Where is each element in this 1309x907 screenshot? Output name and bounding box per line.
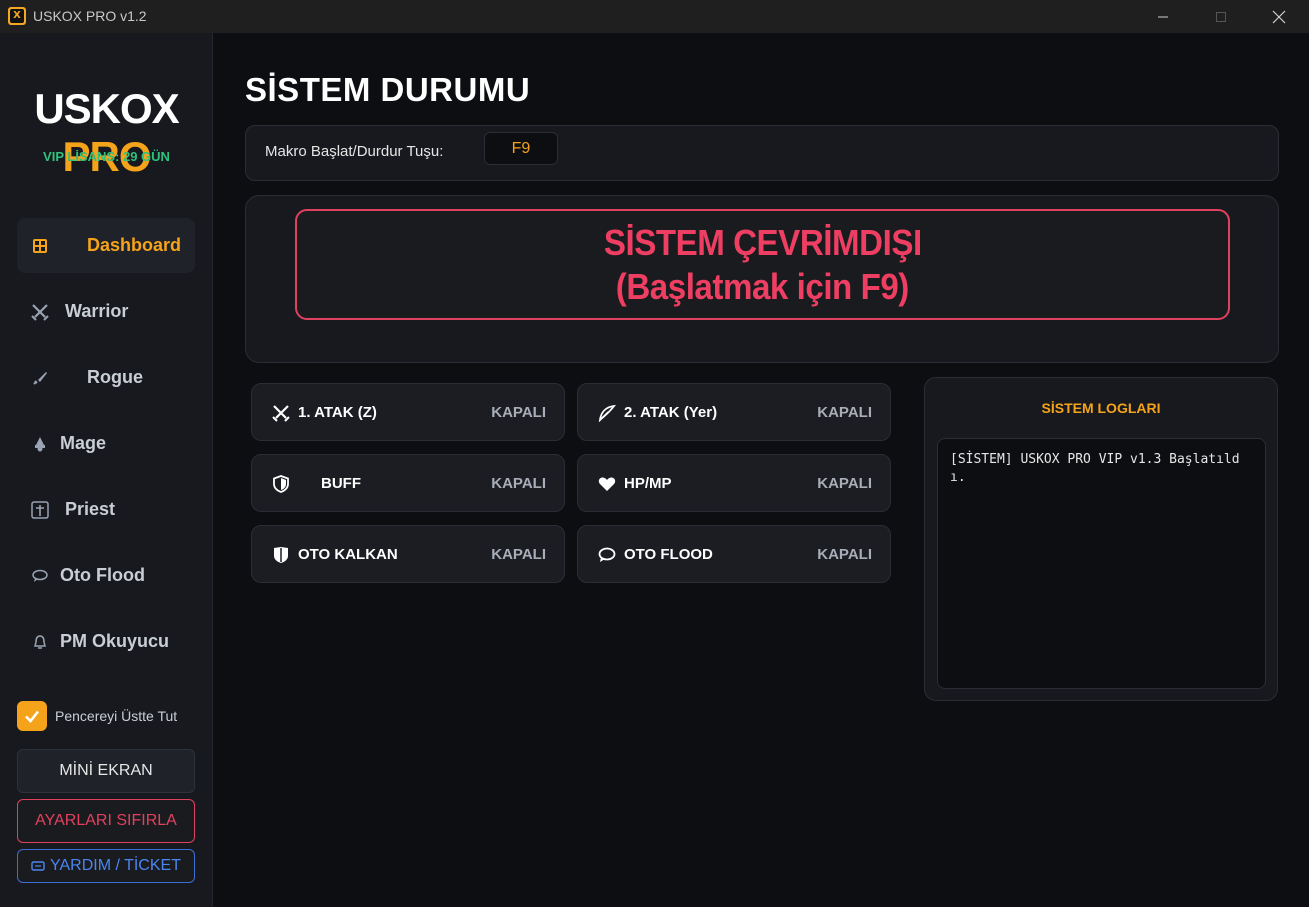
status-line-1: SİSTEM ÇEVRİMDIŞI: [603, 221, 922, 263]
ticket-icon: [31, 861, 45, 871]
feature-attack-2[interactable]: 2. ATAK (Yer) KAPALI: [577, 383, 891, 441]
feature-state: KAPALI: [817, 475, 872, 492]
feature-auto-shield[interactable]: OTO KALKAN KAPALI: [251, 525, 565, 583]
status-line-2: (Başlatmak için F9): [615, 265, 910, 307]
app-icon: X: [8, 7, 26, 25]
dagger-icon: [31, 369, 49, 387]
log-textarea[interactable]: [SİSTEM] USKOX PRO VIP v1.3 Başlatıldı.: [937, 438, 1266, 689]
feature-name: OTO KALKAN: [298, 546, 398, 563]
mini-screen-button[interactable]: MİNİ EKRAN: [17, 749, 195, 793]
crossed-swords-icon: [272, 404, 290, 422]
sidebar-item-label: Priest: [65, 499, 116, 519]
feature-name: BUFF: [321, 475, 361, 492]
sidebar-item-warrior[interactable]: Warrior: [17, 284, 195, 339]
main-content: SİSTEM DURUMU Makro Başlat/Durdur Tuşu: …: [214, 33, 1309, 907]
minimize-icon[interactable]: [1140, 0, 1186, 33]
feature-buff[interactable]: BUFF KAPALI: [251, 454, 565, 512]
feature-state: KAPALI: [817, 546, 872, 563]
feature-attack-1[interactable]: 1. ATAK (Z) KAPALI: [251, 383, 565, 441]
status-card: SİSTEM ÇEVRİMDIŞI (Başlatmak için F9): [245, 195, 1279, 363]
sidebar-item-label: Mage: [60, 433, 107, 453]
logo: USKOX PRO: [34, 85, 179, 180]
sidebar-item-mage[interactable]: Mage: [17, 416, 195, 471]
sidebar-item-pm-okuyucu[interactable]: PM Okuyucu: [17, 614, 195, 669]
chat-bubble-icon: [598, 546, 616, 564]
window-title: USKOX PRO v1.2: [33, 8, 147, 24]
close-icon[interactable]: [1256, 0, 1302, 33]
feature-state: KAPALI: [817, 404, 872, 421]
chat-bubble-icon: [31, 567, 49, 585]
maximize-icon[interactable]: [1198, 0, 1244, 33]
hotkey-card: Makro Başlat/Durdur Tuşu: F9: [245, 125, 1279, 181]
sidebar-item-oto-flood[interactable]: Oto Flood: [17, 548, 195, 603]
crossed-swords-icon: [31, 303, 49, 321]
feature-name: 1. ATAK (Z): [298, 404, 377, 421]
bell-icon: [31, 633, 49, 651]
help-ticket-label: YARDIM / TİCKET: [50, 857, 181, 874]
feature-state: KAPALI: [491, 546, 546, 563]
feature-name: HP/MP: [624, 475, 672, 492]
logs-title: SİSTEM LOGLARI: [1041, 400, 1161, 416]
license-status: VIP LİSANS: 29 GÜN: [43, 149, 170, 164]
cross-icon: [31, 500, 49, 519]
feature-auto-flood[interactable]: OTO FLOOD KAPALI: [577, 525, 891, 583]
pin-window-label: Pencereyi Üstte Tut: [55, 708, 178, 724]
sidebar-item-label: Rogue: [87, 367, 143, 387]
dashboard-icon: [31, 237, 49, 255]
sidebar-item-rogue[interactable]: Rogue: [17, 350, 195, 405]
checkmark-icon[interactable]: [17, 701, 47, 731]
wizard-icon: [31, 435, 49, 453]
reset-settings-button[interactable]: AYARLARI SIFIRLA: [17, 799, 195, 843]
hotkey-input[interactable]: F9: [484, 132, 558, 165]
sidebar-item-label: Dashboard: [87, 235, 182, 255]
hotkey-label: Makro Başlat/Durdur Tuşu:: [265, 143, 444, 160]
system-status-banner: SİSTEM ÇEVRİMDIŞI (Başlatmak için F9): [295, 209, 1230, 320]
sidebar-item-label: Warrior: [65, 301, 129, 321]
feature-name: OTO FLOOD: [624, 546, 713, 563]
feature-hp-mp[interactable]: HP/MP KAPALI: [577, 454, 891, 512]
pin-window-checkbox[interactable]: Pencereyi Üstte Tut: [17, 701, 177, 731]
kite-shield-icon: [272, 546, 290, 564]
system-logs-panel: SİSTEM LOGLARI [SİSTEM] USKOX PRO VIP v1…: [924, 377, 1278, 701]
feature-name: 2. ATAK (Yer): [624, 404, 718, 421]
feature-state: KAPALI: [491, 404, 546, 421]
sidebar-item-label: PM Okuyucu: [60, 631, 170, 651]
sidebar-item-label: Oto Flood: [60, 565, 145, 585]
help-ticket-button[interactable]: YARDIM / TİCKET: [17, 849, 195, 883]
heart-icon: [598, 475, 616, 493]
sidebar-item-priest[interactable]: Priest: [17, 482, 195, 537]
sidebar: USKOX PRO VIP LİSANS: 29 GÜN Dashboard W…: [0, 33, 213, 907]
sidebar-item-dashboard[interactable]: Dashboard: [17, 218, 195, 273]
title-bar: X USKOX PRO v1.2: [0, 0, 1309, 33]
page-title: SİSTEM DURUMU: [245, 71, 531, 108]
feather-icon: [598, 404, 616, 422]
shield-icon: [272, 475, 290, 493]
feature-state: KAPALI: [491, 475, 546, 492]
